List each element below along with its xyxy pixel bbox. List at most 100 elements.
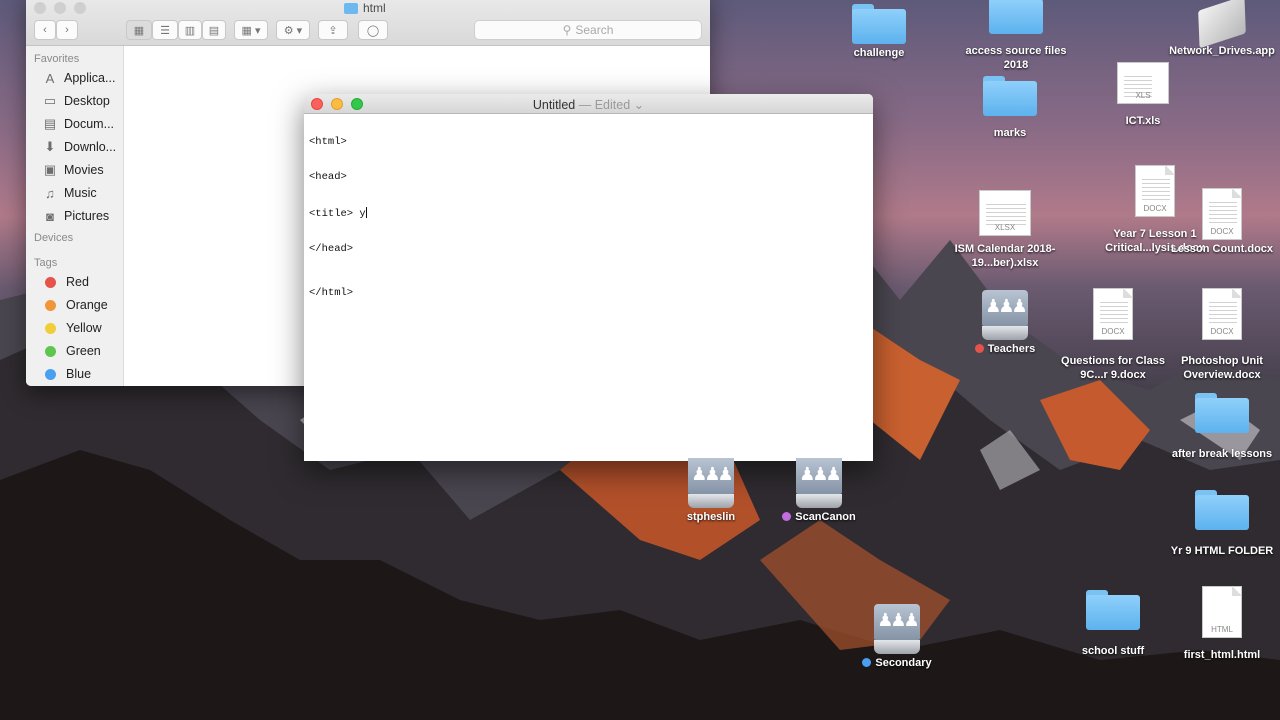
desktop-icon-label: marks bbox=[993, 127, 1027, 139]
applications-icon: A bbox=[45, 70, 55, 86]
sidebar-item-downloads[interactable]: ⬇ Downlo... bbox=[42, 137, 117, 157]
window-title: html bbox=[344, 1, 386, 15]
desktop-file-questions[interactable]: DOCX Questions for Class 9C...r 9.docx bbox=[1058, 288, 1168, 382]
word-document-icon: DOCX bbox=[1202, 288, 1242, 340]
music-icon: ♫ bbox=[45, 185, 55, 201]
sidebar-item-label: Orange bbox=[66, 298, 108, 312]
column-view-button[interactable]: ▥ bbox=[178, 20, 202, 40]
desktop-file-first-html[interactable]: HTML first_html.html bbox=[1167, 586, 1277, 662]
sidebar-item-label: Pictures bbox=[64, 209, 110, 223]
finder-title-text: html bbox=[363, 1, 386, 15]
desktop-icon-label: Yr 9 HTML FOLDER bbox=[1170, 545, 1274, 557]
sidebar-item-label: Blue bbox=[66, 367, 92, 381]
desktop-folder-challenge[interactable]: challenge bbox=[824, 4, 934, 60]
desktop-app-network-drives[interactable]: Network_Drives.app bbox=[1167, 0, 1277, 58]
folder-icon bbox=[852, 4, 906, 44]
word-document-icon: DOCX bbox=[1202, 188, 1242, 240]
tag-color-dot bbox=[782, 512, 792, 521]
network-server-icon: ♟♟♟ bbox=[688, 458, 734, 508]
window-controls bbox=[34, 2, 86, 14]
desktop-server-secondary[interactable]: ♟♟♟ Secondary bbox=[842, 604, 952, 670]
sidebar-item-label: Yellow bbox=[66, 321, 102, 335]
textedit-titlebar[interactable]: Untitled — Edited ⌄ bbox=[304, 94, 873, 114]
forward-button[interactable]: › bbox=[56, 20, 78, 40]
sidebar-item-music[interactable]: ♫ Music bbox=[42, 183, 97, 203]
sidebar-tag-blue[interactable]: Blue bbox=[42, 364, 91, 384]
desktop-icon-label: ISM Calendar 2018-19...ber).xlsx bbox=[954, 243, 1056, 269]
downloads-icon: ⬇ bbox=[44, 139, 56, 154]
spreadsheet-file-icon: XLSX bbox=[979, 190, 1031, 236]
sidebar-tag-green[interactable]: Green bbox=[42, 341, 101, 361]
icon-view-button[interactable]: ▦ bbox=[126, 20, 152, 40]
list-view-button[interactable]: ☰ bbox=[152, 20, 178, 40]
desktop-icon-label: Photoshop Unit Overview.docx bbox=[1181, 355, 1263, 381]
desktop-icon-label: first_html.html bbox=[1183, 649, 1261, 661]
desktop-server-scancanon[interactable]: ♟♟♟ ScanCanon bbox=[764, 458, 874, 524]
code-line-text: <title> y bbox=[309, 207, 366, 220]
search-icon: ⚲ bbox=[562, 23, 572, 37]
sidebar-item-desktop[interactable]: ▭ Desktop bbox=[42, 91, 110, 111]
sidebar-item-label: Applica... bbox=[64, 71, 116, 85]
tag-color-dot bbox=[45, 322, 56, 334]
desktop-icon-label: Secondary bbox=[842, 656, 952, 670]
desktop-server-stpheslin[interactable]: ♟♟♟ stpheslin bbox=[656, 458, 766, 524]
desktop-folder-yr9-html[interactable]: Yr 9 HTML FOLDER bbox=[1167, 490, 1277, 558]
code-line: </head> bbox=[309, 242, 354, 255]
desktop-folder-after-break[interactable]: after break lessons bbox=[1167, 393, 1277, 461]
desktop-file-ism-calendar[interactable]: XLSX ISM Calendar 2018-19...ber).xlsx bbox=[950, 190, 1060, 270]
desktop-icon-label: ICT.xls bbox=[1125, 115, 1161, 127]
sidebar-item-applications[interactable]: A Applica... bbox=[42, 68, 116, 88]
network-drives-app-icon bbox=[1198, 0, 1246, 49]
back-button[interactable]: ‹ bbox=[34, 20, 56, 40]
sidebar-item-label: Red bbox=[66, 275, 89, 289]
zoom-button[interactable] bbox=[74, 2, 86, 14]
desktop-folder-marks[interactable]: marks bbox=[955, 76, 1065, 140]
text-editor-content[interactable]: <html> <head> <title> y </head> bbox=[309, 114, 367, 278]
sidebar-tag-orange[interactable]: Orange bbox=[42, 295, 108, 315]
tag-color-dot bbox=[45, 345, 56, 357]
html-file-icon: HTML bbox=[1202, 586, 1242, 638]
action-gear-button[interactable]: ⚙ ▾ bbox=[276, 20, 310, 40]
desktop-file-lesson-count[interactable]: DOCX Lesson Count.docx bbox=[1167, 188, 1277, 256]
sidebar-tag-yellow[interactable]: Yellow bbox=[42, 318, 102, 338]
coverflow-view-button[interactable]: ▤ bbox=[202, 20, 226, 40]
textedit-window: Untitled — Edited ⌄ <html> <head> <title… bbox=[304, 94, 873, 461]
desktop-icon-label: school stuff bbox=[1081, 645, 1145, 657]
search-placeholder: Search bbox=[575, 23, 614, 37]
sidebar-item-movies[interactable]: ▣ Movies bbox=[42, 160, 104, 180]
desktop-icon-label: access source files 2018 bbox=[965, 45, 1067, 71]
desktop-file-photoshop-unit[interactable]: DOCX Photoshop Unit Overview.docx bbox=[1167, 288, 1277, 382]
edit-tags-button[interactable]: ◯ bbox=[358, 20, 388, 40]
sidebar-item-documents[interactable]: ▤ Docum... bbox=[42, 114, 114, 134]
spreadsheet-file-icon: XLS bbox=[1117, 62, 1169, 104]
close-button[interactable] bbox=[34, 2, 46, 14]
sidebar-item-pictures[interactable]: ◙ Pictures bbox=[42, 206, 109, 226]
sidebar-tag-red[interactable]: Red bbox=[42, 272, 89, 292]
document-title[interactable]: Untitled — Edited ⌄ bbox=[304, 97, 873, 112]
desktop-icon: ▭ bbox=[43, 93, 57, 108]
minimize-button[interactable] bbox=[54, 2, 66, 14]
desktop-file-ict-xls[interactable]: XLS ICT.xls bbox=[1088, 62, 1198, 128]
code-line-closing: </html> bbox=[309, 287, 354, 299]
document-name: Untitled bbox=[532, 98, 576, 112]
finder-titlebar[interactable]: html ‹ › ▦ ☰ ▥ ▤ ▦ ▾ ⚙ ▾ ⇪ ◯ ⚲ Search bbox=[26, 0, 710, 46]
tag-color-dot bbox=[974, 344, 984, 353]
chevron-down-icon: ⌄ bbox=[633, 98, 645, 112]
network-server-icon: ♟♟♟ bbox=[796, 458, 842, 508]
desktop-icon-label: stpheslin bbox=[686, 511, 736, 523]
desktop-icon-label: Network_Drives.app bbox=[1169, 45, 1275, 57]
desktop-folder-school-stuff[interactable]: school stuff bbox=[1058, 590, 1168, 658]
desktop-icon-label: ScanCanon bbox=[764, 510, 874, 524]
desktop-server-teachers[interactable]: ♟♟♟ Teachers bbox=[950, 290, 1060, 356]
tags-heading: Tags bbox=[34, 257, 58, 269]
tag-color-dot bbox=[45, 299, 56, 311]
folder-icon bbox=[983, 76, 1037, 116]
arrange-button[interactable]: ▦ ▾ bbox=[234, 20, 268, 40]
title-separator: — bbox=[578, 98, 592, 112]
search-field[interactable]: ⚲ Search bbox=[474, 20, 702, 40]
desktop-folder-access-source-files[interactable]: access source files 2018 bbox=[961, 0, 1071, 72]
tag-color-dot bbox=[862, 658, 872, 667]
network-server-icon: ♟♟♟ bbox=[874, 604, 920, 654]
desktop-icon-label: Questions for Class 9C...r 9.docx bbox=[1061, 355, 1165, 381]
share-button[interactable]: ⇪ bbox=[318, 20, 348, 40]
